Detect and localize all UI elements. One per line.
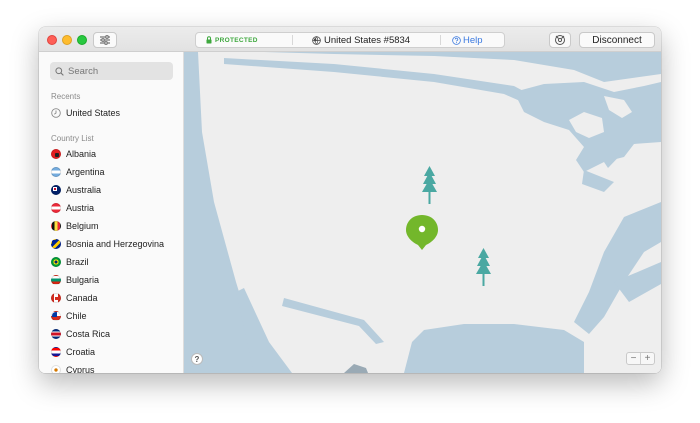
country-item-brazil[interactable]: Brazil: [51, 255, 89, 269]
search-icon: [55, 66, 64, 76]
argentina-flag-icon: [51, 167, 61, 177]
question-icon: [452, 35, 461, 45]
country-label: Argentina: [66, 167, 105, 177]
country-list-heading: Country List: [51, 134, 94, 143]
window-maximize-button[interactable]: [77, 35, 87, 45]
country-label: Costa Rica: [66, 329, 111, 339]
albania-flag-icon: [51, 149, 61, 159]
australia-flag-icon: [51, 185, 61, 195]
zoom-out-button[interactable]: −: [627, 353, 640, 364]
costa-rica-flag-icon: [51, 329, 61, 339]
search-field[interactable]: Search: [50, 62, 173, 80]
country-label: Croatia: [66, 347, 96, 357]
country-item-bulgaria[interactable]: Bulgaria: [51, 273, 99, 287]
meshnet-button[interactable]: [549, 32, 571, 48]
country-label: Canada: [66, 293, 98, 303]
lock-icon: [206, 36, 212, 44]
server-label: United States #5834: [324, 34, 411, 46]
austria-flag-icon: [51, 203, 61, 213]
country-item-belgium[interactable]: Belgium: [51, 219, 99, 233]
country-item-albania[interactable]: Albania: [51, 147, 96, 161]
toolbar: PROTECTED United States #5834 Help Disco…: [39, 27, 661, 52]
zoom-controls: − +: [626, 352, 655, 365]
help-link[interactable]: Help: [452, 33, 483, 47]
recent-item-label: United States: [66, 108, 121, 118]
country-label: Australia: [66, 185, 102, 195]
country-label: Albania: [66, 149, 97, 159]
help-label: Help: [463, 34, 483, 46]
country-label: Brazil: [66, 257, 89, 267]
window-close-button[interactable]: [47, 35, 57, 45]
zoom-in-button[interactable]: +: [640, 353, 654, 364]
country-label: Bosnia and Herzegovina: [66, 239, 165, 249]
app-window: PROTECTED United States #5834 Help Disco…: [39, 27, 661, 373]
country-label: Austria: [66, 203, 95, 213]
country-item-cyprus[interactable]: Cyprus: [51, 363, 95, 373]
canada-flag-icon: [51, 293, 61, 303]
country-label: Chile: [66, 311, 87, 321]
map-view[interactable]: ? − +: [184, 52, 661, 373]
country-item-croatia[interactable]: Croatia: [51, 345, 95, 359]
chile-flag-icon: [51, 311, 61, 321]
current-server[interactable]: United States #5834: [312, 33, 410, 47]
window-minimize-button[interactable]: [62, 35, 72, 45]
globe-icon: [312, 35, 321, 45]
divider: [292, 35, 293, 45]
country-item-canada[interactable]: Canada: [51, 291, 98, 305]
country-item-austria[interactable]: Austria: [51, 201, 94, 215]
connection-status-bar: PROTECTED United States #5834 Help: [195, 32, 505, 48]
protected-label: PROTECTED: [215, 36, 258, 44]
shield-network-icon: [555, 35, 565, 45]
country-label: Belgium: [66, 221, 99, 231]
brazil-flag-icon: [51, 257, 61, 267]
disconnect-button[interactable]: Disconnect: [579, 32, 655, 48]
bulgaria-flag-icon: [51, 275, 61, 285]
protected-status: PROTECTED: [206, 33, 258, 47]
country-label: Bulgaria: [66, 275, 100, 285]
country-item-australia[interactable]: Australia: [51, 183, 101, 197]
country-item-costa-rica[interactable]: Costa Rica: [51, 327, 110, 341]
sidebar: Search Recents United States Country Lis…: [39, 52, 184, 373]
sliders-icon: [100, 35, 110, 45]
bosnia-flag-icon: [51, 239, 61, 249]
search-placeholder: Search: [68, 65, 99, 77]
belgium-flag-icon: [51, 221, 61, 231]
map-canvas: [184, 52, 661, 373]
clock-icon: [51, 108, 61, 118]
recents-heading: Recents: [51, 92, 81, 101]
country-label: Cyprus: [66, 365, 95, 373]
country-item-bosnia-and-herzegovina[interactable]: Bosnia and Herzegovina: [51, 237, 164, 251]
filter-button[interactable]: [93, 32, 117, 48]
divider: [440, 35, 441, 45]
croatia-flag-icon: [51, 347, 61, 357]
country-item-argentina[interactable]: Argentina: [51, 165, 105, 179]
water-body-south: [404, 324, 584, 373]
country-item-chile[interactable]: Chile: [51, 309, 87, 323]
cyprus-flag-icon: [51, 365, 61, 373]
map-help-button[interactable]: ?: [191, 353, 203, 365]
recent-item-united-states[interactable]: United States: [51, 106, 120, 120]
